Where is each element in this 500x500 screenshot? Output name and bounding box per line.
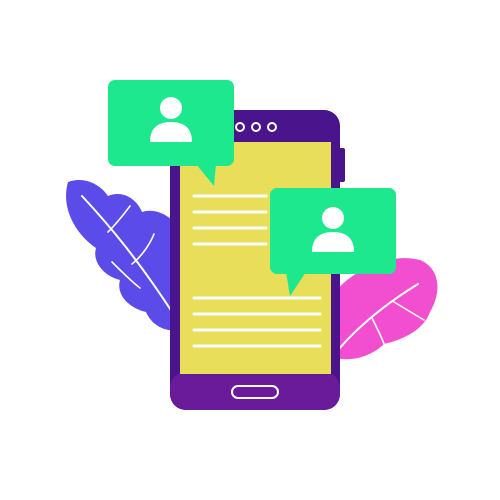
blue-leaf — [66, 179, 178, 331]
illustration-stage — [0, 0, 500, 500]
avatar-head — [322, 207, 344, 229]
blue-leaf-shape — [66, 179, 178, 331]
phone-body-highlight — [170, 372, 340, 410]
phone-chat-illustration — [66, 80, 438, 410]
phone-side-button — [339, 148, 345, 182]
chat-bubble-2-body — [270, 188, 396, 274]
avatar-head — [160, 97, 182, 119]
